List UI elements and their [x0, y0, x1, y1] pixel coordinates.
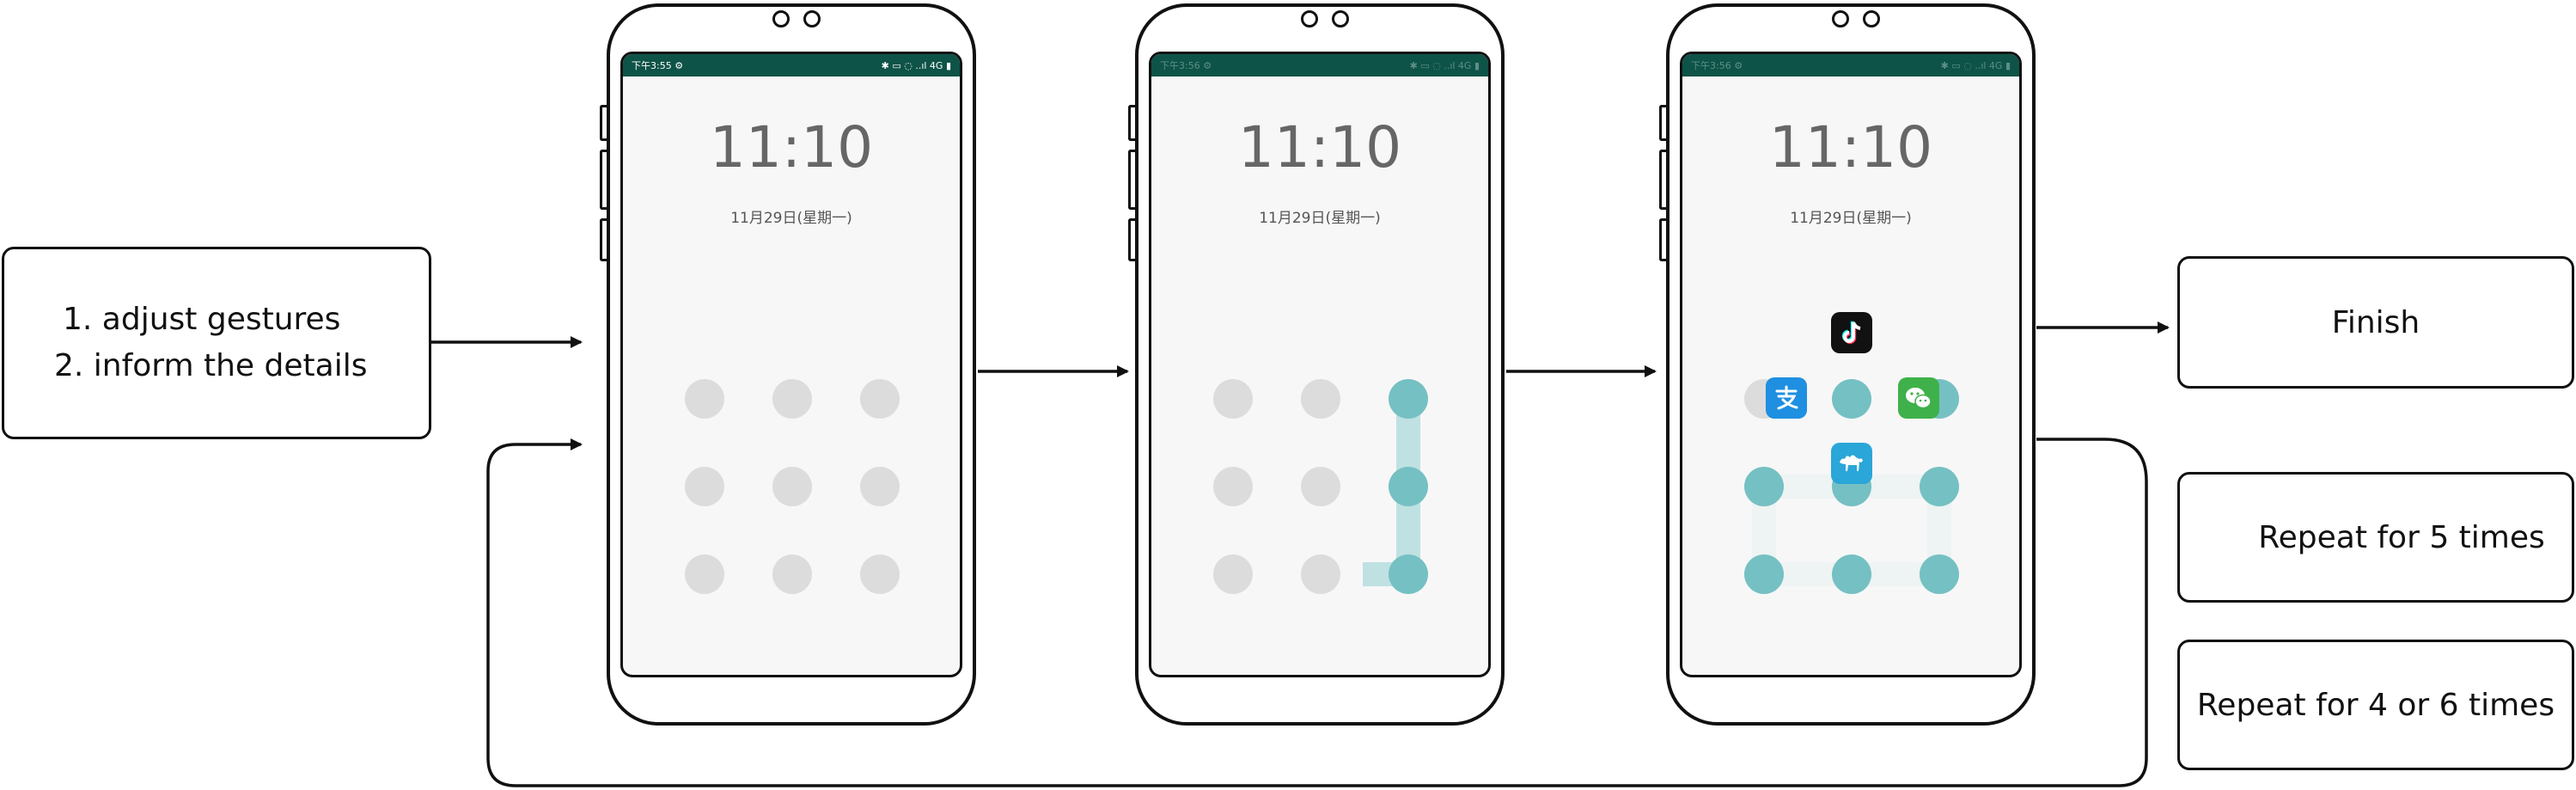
pattern-dot — [1301, 554, 1340, 594]
phone-3-side-button — [1659, 150, 1666, 210]
wechat-icon — [1898, 377, 1939, 419]
phone-3-pattern-grid — [1744, 379, 1959, 594]
instructions-box: 1. adjust gestures 2. inform the details — [2, 247, 431, 439]
pattern-dot — [860, 379, 900, 419]
phone-3-screen: 下午3:56 ⚙ ✱ ▭ ◌ ..ıl 4G ▮ 11:10 11月29日(星期… — [1680, 52, 2022, 677]
pattern-dot-active — [1832, 554, 1871, 594]
repeat-4-6-label: Repeat for 4 or 6 times — [2196, 687, 2555, 723]
pattern-dot — [1301, 467, 1340, 506]
phone-2: 下午3:56 ⚙ ✱ ▭ ◌ ..ıl 4G ▮ 11:10 11月29日(星期… — [1128, 3, 1505, 726]
phone-1-side-button — [600, 218, 607, 261]
repeat-5-label: Repeat for 5 times — [2258, 519, 2545, 555]
pattern-dot — [860, 467, 900, 506]
pattern-dot — [685, 379, 724, 419]
pattern-dot-active — [1744, 467, 1784, 506]
pattern-dot — [1301, 379, 1340, 419]
pattern-dot — [685, 467, 724, 506]
alipay-icon — [1766, 377, 1807, 419]
pattern-dot — [772, 467, 812, 506]
pattern-dot — [772, 554, 812, 594]
phone-2-side-button — [1128, 150, 1135, 210]
pattern-dot — [685, 554, 724, 594]
phone-1-pattern-grid — [685, 379, 900, 594]
pattern-dot-active — [1920, 554, 1959, 594]
phone-3-camera-icon — [1863, 10, 1880, 28]
pattern-dot — [772, 379, 812, 419]
instruction-step-2: 2. inform the details — [54, 348, 368, 383]
repeat-5-box: Repeat for 5 times — [2177, 472, 2574, 603]
phone-2-side-button — [1128, 218, 1135, 261]
pattern-dot-active — [1389, 379, 1428, 419]
tiktok-icon — [1831, 312, 1872, 353]
pattern-dot — [860, 554, 900, 594]
pattern-dot-active — [1920, 467, 1959, 506]
phone-3-side-button — [1659, 105, 1666, 141]
phone-1: 下午3:55 ⚙ ✱ ▭ ◌ ..ıl 4G ▮ 11:10 11月29日(星期… — [600, 3, 976, 726]
pattern-dot-active — [1389, 467, 1428, 506]
phone-3-side-button — [1659, 218, 1666, 261]
pattern-dot-active — [1744, 554, 1784, 594]
pattern-dot — [1213, 554, 1253, 594]
repeat-4-6-box: Repeat for 4 or 6 times — [2177, 640, 2574, 770]
phone-1-side-button — [600, 105, 607, 141]
phone-1-camera-icon — [772, 10, 790, 28]
phone-3-camera-icon — [1832, 10, 1849, 28]
phone-1-screen: 下午3:55 ⚙ ✱ ▭ ◌ ..ıl 4G ▮ 11:10 11月29日(星期… — [620, 52, 962, 677]
phone-1-camera-icon — [803, 10, 821, 28]
finish-box: Finish — [2177, 256, 2574, 389]
phone-2-screen: 下午3:56 ⚙ ✱ ▭ ◌ ..ıl 4G ▮ 11:10 11月29日(星期… — [1149, 52, 1491, 677]
phone-2-pattern-grid — [1213, 379, 1428, 594]
camel-icon — [1831, 443, 1872, 484]
phone-1-side-button — [600, 150, 607, 210]
instruction-step-1: 1. adjust gestures — [63, 302, 341, 337]
phone-2-camera-icon — [1301, 10, 1318, 28]
pattern-dot — [1213, 379, 1253, 419]
pattern-dot — [1213, 467, 1253, 506]
phone-2-camera-icon — [1332, 10, 1349, 28]
pattern-dot-active — [1832, 379, 1871, 419]
phone-2-side-button — [1128, 105, 1135, 141]
phone-3: 下午3:56 ⚙ ✱ ▭ ◌ ..ıl 4G ▮ 11:10 11月29日(星期… — [1659, 3, 2036, 726]
finish-label: Finish — [2331, 304, 2420, 340]
pattern-dot-active — [1389, 554, 1428, 594]
